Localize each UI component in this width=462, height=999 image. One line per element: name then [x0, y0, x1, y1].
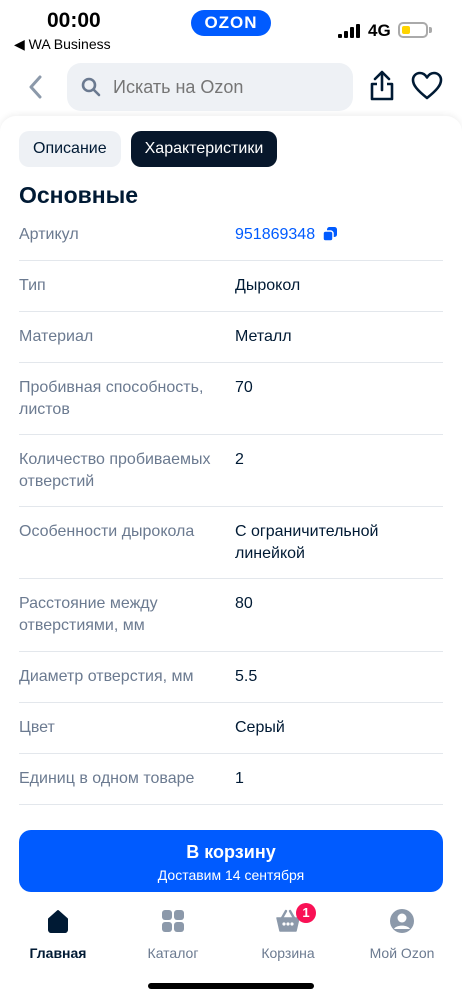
- tabs: Описание Характеристики: [19, 131, 278, 167]
- spec-key: Цвет: [19, 719, 55, 736]
- copy-icon[interactable]: [322, 226, 338, 242]
- cart-count-badge: 1: [296, 903, 316, 923]
- spec-value: 80: [235, 595, 253, 612]
- search-icon: [81, 77, 101, 97]
- spec-key: Расстояние между отверстиями, мм: [19, 595, 158, 634]
- spec-value: Серый: [235, 719, 285, 736]
- section-title: Основные: [19, 182, 139, 208]
- bottom-navigation: Главная Каталог Корзина Мой Ozon: [0, 900, 462, 970]
- back-button[interactable]: [22, 72, 48, 102]
- spec-row: Тип Дырокол: [19, 261, 443, 312]
- spec-key: Тип: [19, 277, 46, 294]
- ozon-logo: OZON: [191, 10, 271, 36]
- nav-item-profile[interactable]: Мой Ozon: [352, 908, 452, 961]
- tab-characteristics[interactable]: Характеристики: [130, 131, 278, 167]
- spec-key: Пробивная способность, листов: [19, 379, 204, 418]
- spec-key: Единиц в одном товаре: [19, 770, 195, 787]
- add-to-cart-button[interactable]: В корзину Доставим 14 сентября: [19, 830, 443, 892]
- home-indicator: [148, 983, 314, 989]
- article-number[interactable]: 951869348: [235, 226, 315, 243]
- specs-table: Артикул 951869348 Тип Дырокол Материал М…: [19, 210, 443, 805]
- profile-icon: [390, 909, 414, 933]
- nav-label-catalog: Каталог: [147, 945, 199, 961]
- spec-value: Дырокол: [235, 277, 301, 294]
- top-navigation: [0, 58, 462, 118]
- status-bar: 00:00 ◀ WA Business OZON 4G: [0, 0, 462, 56]
- add-to-cart-label: В корзину: [186, 842, 276, 862]
- spec-value: 5.5: [235, 668, 258, 685]
- home-icon: [48, 910, 68, 933]
- spec-key: Материал: [19, 328, 94, 345]
- delivery-date-label: Доставим 14 сентября: [157, 867, 305, 883]
- nav-item-home[interactable]: Главная: [8, 908, 108, 961]
- spec-row: Материал Металл: [19, 312, 443, 363]
- spec-key: Диаметр отверстия, мм: [19, 668, 194, 685]
- nav-label-home: Главная: [29, 945, 87, 961]
- spec-key: Особенности дырокола: [19, 523, 195, 540]
- spec-row: Артикул 951869348: [19, 210, 443, 261]
- article-number-link[interactable]: 951869348: [235, 224, 435, 246]
- spec-row: Пробивная способность, листов 70: [19, 363, 443, 435]
- spec-row: Расстояние между отверстиями, мм 80: [19, 579, 443, 652]
- nav-item-catalog[interactable]: Каталог: [123, 908, 223, 961]
- share-icon[interactable]: [368, 70, 396, 102]
- search-input[interactable]: [113, 63, 343, 111]
- battery-icon: [398, 22, 428, 38]
- heart-icon[interactable]: [411, 71, 443, 101]
- spec-row: Особенности дырокола С ограничительной л…: [19, 507, 443, 579]
- nav-label-cart: Корзина: [261, 945, 315, 961]
- signal-icon: [338, 24, 360, 38]
- spec-value: 1: [235, 770, 244, 787]
- spec-value: Металл: [235, 328, 292, 345]
- back-to-app-link[interactable]: ◀ WA Business: [14, 36, 111, 53]
- nav-label-profile: Мой Ozon: [369, 945, 435, 961]
- network-type: 4G: [368, 21, 391, 40]
- spec-value: 70: [235, 379, 253, 396]
- catalog-icon: [162, 910, 184, 932]
- spec-value: С ограничительной линейкой: [235, 523, 379, 562]
- spec-row: Количество пробиваемых отверстий 2: [19, 435, 443, 507]
- status-time: 00:00: [47, 9, 101, 32]
- chevron-left-icon: [29, 75, 42, 99]
- spec-value: 2: [235, 451, 244, 468]
- spec-key: Артикул: [19, 226, 79, 243]
- search-bar[interactable]: [67, 63, 353, 111]
- spec-key: Количество пробиваемых отверстий: [19, 451, 211, 490]
- spec-row: Диаметр отверстия, мм 5.5: [19, 652, 443, 703]
- nav-item-cart[interactable]: Корзина: [238, 908, 338, 961]
- spec-row: Цвет Серый: [19, 703, 443, 754]
- spec-row: Единиц в одном товаре 1: [19, 754, 443, 805]
- tab-description[interactable]: Описание: [19, 131, 121, 167]
